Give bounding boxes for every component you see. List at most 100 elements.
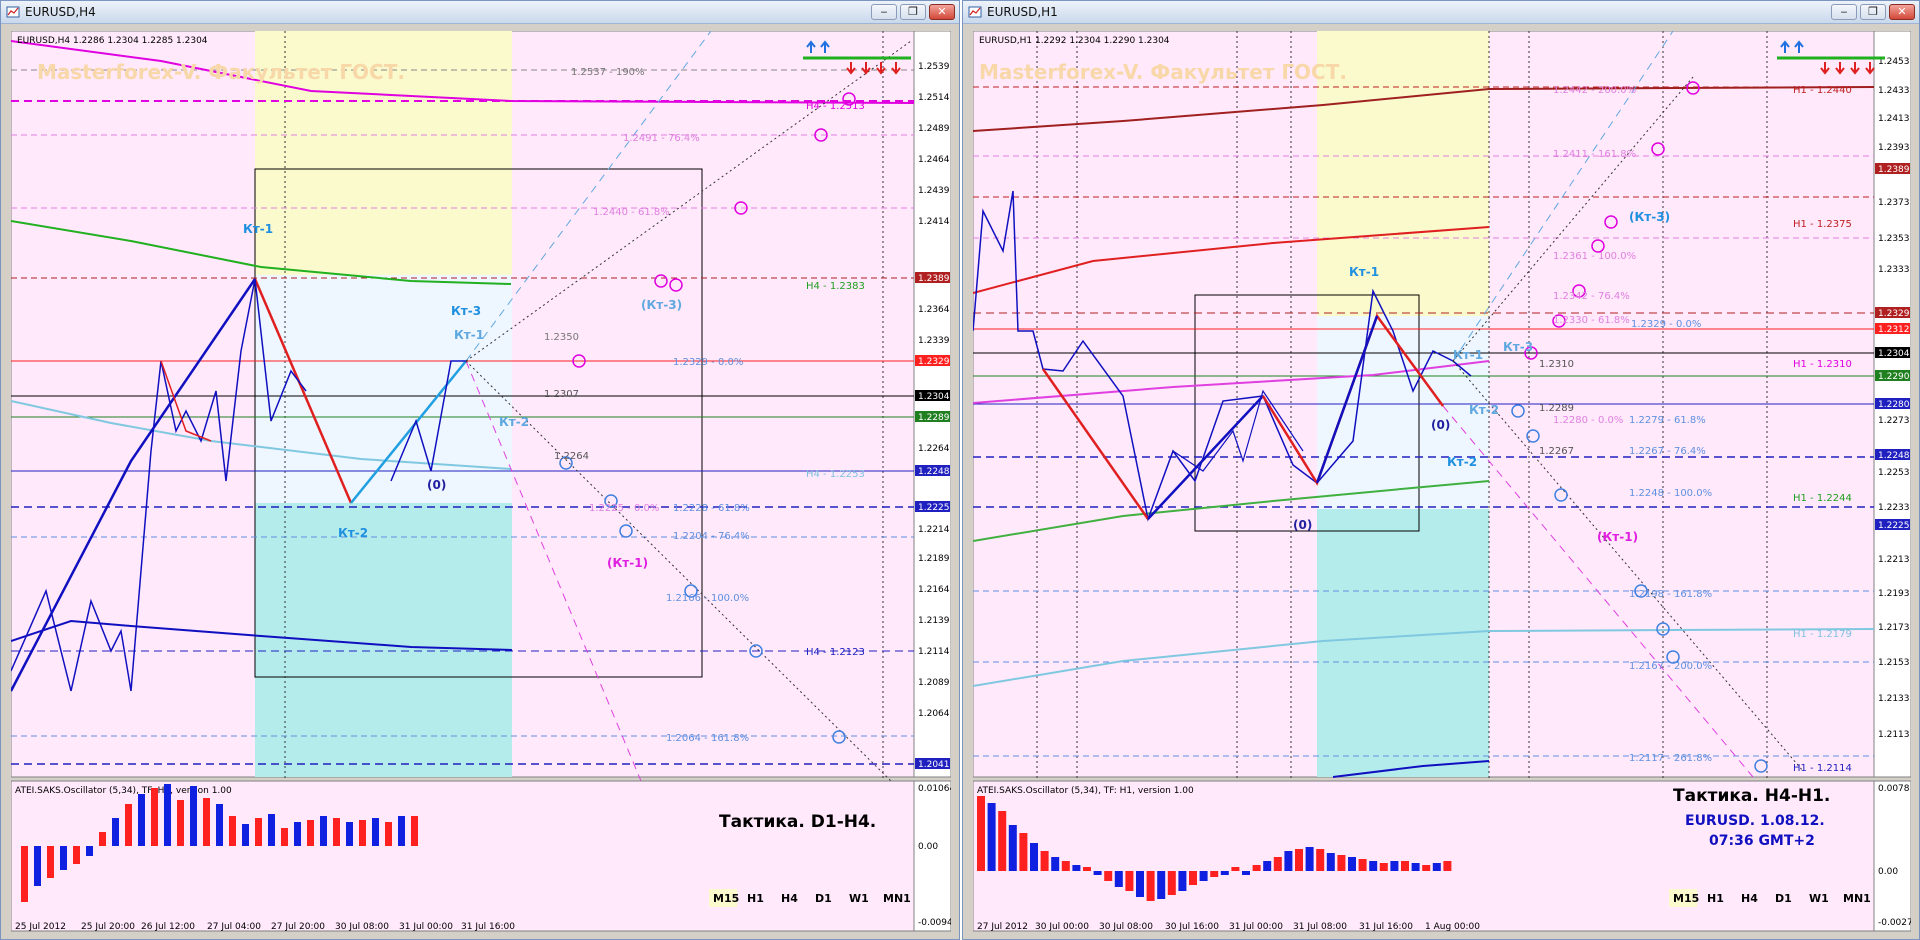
timeframe-button-m15[interactable]: M15 xyxy=(713,892,739,905)
oscillator-bar xyxy=(1369,861,1378,871)
timeframe-button-w1[interactable]: W1 xyxy=(1809,892,1829,905)
price-label: 1.2304 xyxy=(1878,349,1910,359)
oscillator-bar xyxy=(1348,857,1356,871)
price-label: 1.2364 xyxy=(918,305,950,315)
price-label: 1.2225 xyxy=(1878,521,1910,531)
chart-window-icon xyxy=(6,6,20,18)
timeframe-button-m15[interactable]: M15 xyxy=(1673,892,1699,905)
wave-annotation: Кт-1 xyxy=(243,222,273,236)
chart-window-h4: EURUSD,H4 ‒ ❐ ✕ EURUSD,H4 1.2286 1.2304 … xyxy=(0,0,960,940)
minimize-icon: ‒ xyxy=(1840,5,1848,18)
timeframe-button-h4[interactable]: H4 xyxy=(781,892,798,905)
price-label: 1.2289 xyxy=(918,413,950,423)
maximize-button[interactable]: ❐ xyxy=(1860,4,1886,20)
wave-annotation: (0) xyxy=(427,478,446,492)
timeframe-button-h1[interactable]: H1 xyxy=(747,892,764,905)
oscillator-scale xyxy=(1873,780,1911,932)
oscillator-bar xyxy=(112,818,119,846)
level-label: 1.2350 xyxy=(544,332,579,343)
minimize-button[interactable]: ‒ xyxy=(1831,4,1857,20)
window-title: EURUSD,H1 xyxy=(987,5,1058,19)
price-scale[interactable] xyxy=(913,31,951,778)
title-bar[interactable]: EURUSD,H4 ‒ ❐ ✕ xyxy=(1,1,959,24)
oscillator-bar xyxy=(1083,867,1091,871)
time-axis-label: 25 Jul 2012 xyxy=(15,922,66,932)
oscillator-bar xyxy=(1125,871,1134,891)
chart-canvas[interactable]: EURUSD,H1 1.2292 1.2304 1.2290 1.2304 Mas… xyxy=(973,31,1911,935)
oscillator-bar xyxy=(1337,855,1346,871)
time-axis-label: 30 Jul 16:00 xyxy=(1165,922,1219,932)
oscillator-bar xyxy=(1157,871,1166,899)
close-icon: ✕ xyxy=(937,5,947,18)
level-label: 1.2342 - 76.4% xyxy=(1553,291,1630,302)
time-axis-label: 30 Jul 08:00 xyxy=(335,922,389,932)
oscillator-bar xyxy=(1326,853,1335,871)
title-bar[interactable]: EURUSD,H1 ‒ ❐ ✕ xyxy=(963,1,1919,24)
time-axis-label: 30 Jul 08:00 xyxy=(1099,922,1153,932)
timeframe-button-d1[interactable]: D1 xyxy=(1775,892,1792,905)
restore-icon: ❐ xyxy=(908,5,918,18)
oscillator-scale-label: -0.00942 xyxy=(918,918,951,928)
oscillator-scale-label: 0.0078 xyxy=(1878,784,1910,794)
chart-window-h1: EURUSD,H1 ‒ ❐ ✕ EURUSD,H1 1.2292 1.2304 … xyxy=(962,0,1920,940)
oscillator-bar xyxy=(1220,871,1229,875)
price-label: 1.2373 xyxy=(1878,198,1910,208)
price-label: 1.2248 xyxy=(918,467,950,477)
price-label: 1.2248 xyxy=(1878,451,1910,461)
oscillator-bar xyxy=(1210,871,1219,877)
level-label: H1 - 1.2114 xyxy=(1793,763,1852,774)
price-label: 1.2280 xyxy=(1878,400,1910,410)
oscillator-bar xyxy=(1051,857,1060,871)
timeframe-button-mn1[interactable]: MN1 xyxy=(1843,892,1871,905)
price-label: 1.2353 xyxy=(1878,234,1910,244)
timeframe-button-w1[interactable]: W1 xyxy=(849,892,869,905)
timeframe-button-h1[interactable]: H1 xyxy=(1707,892,1724,905)
maximize-button[interactable]: ❐ xyxy=(900,4,926,20)
price-label: 1.2214 xyxy=(918,525,950,535)
oscillator-bar xyxy=(1040,851,1049,871)
oscillator-bar xyxy=(1136,871,1144,897)
price-label: 1.2413 xyxy=(1878,114,1910,124)
time-axis-label: 31 Jul 16:00 xyxy=(461,922,515,932)
level-label: 1.2228 - 61.8% xyxy=(673,503,750,514)
level-label: 1.2198 - 161.8% xyxy=(1629,589,1712,600)
price-label: 1.2464 xyxy=(918,155,950,165)
wave-annotation: Кт-1 xyxy=(1349,265,1379,279)
oscillator-bar xyxy=(255,818,262,846)
level-label: 1.2440 - 61.8% xyxy=(593,207,670,218)
watermark-text: Masterforex-V. Факультет ГОСТ. xyxy=(37,60,405,84)
price-label: 1.2264 xyxy=(918,444,950,454)
level-label: 1.2280 - 0.0% xyxy=(1553,415,1623,426)
level-label: 1.2166 - 100.0% xyxy=(666,593,749,604)
timeframe-button-mn1[interactable]: MN1 xyxy=(883,892,911,905)
chart-canvas[interactable]: EURUSD,H4 1.2286 1.2304 1.2285 1.2304 Mas… xyxy=(11,31,951,935)
level-label: 1.2329 - 0.0% xyxy=(673,357,743,368)
oscillator-bar xyxy=(1061,861,1070,871)
oscillator-bar xyxy=(1273,857,1282,871)
watermark-text: Masterforex-V. Факультет ГОСТ. xyxy=(979,60,1347,84)
oscillator-bar xyxy=(320,816,327,846)
wave-annotation: (0) xyxy=(1431,418,1450,432)
oscillator-bar xyxy=(1422,865,1431,871)
oscillator-panel[interactable] xyxy=(11,780,915,932)
minimize-icon: ‒ xyxy=(880,5,888,18)
window-title: EURUSD,H4 xyxy=(25,5,96,19)
oscillator-bar xyxy=(216,804,223,846)
timeframe-button-d1[interactable]: D1 xyxy=(815,892,832,905)
minimize-button[interactable]: ‒ xyxy=(871,4,897,20)
price-label: 1.2339 xyxy=(918,336,950,346)
oscillator-bar xyxy=(268,814,275,846)
level-label: 1.2204 - 76.4% xyxy=(673,531,750,542)
oscillator-bar xyxy=(86,846,93,856)
timeframe-button-h4[interactable]: H4 xyxy=(1741,892,1758,905)
price-label: 1.2225 xyxy=(918,503,950,513)
level-label: H1 - 1.2375 xyxy=(1793,219,1852,230)
oscillator-bar xyxy=(346,822,353,846)
close-button[interactable]: ✕ xyxy=(1889,4,1915,20)
price-label: 1.2164 xyxy=(918,585,950,595)
close-button[interactable]: ✕ xyxy=(929,4,955,20)
symbol-info: EURUSD,H1 1.2292 1.2304 1.2290 1.2304 xyxy=(979,36,1170,46)
oscillator-bar xyxy=(242,824,249,846)
level-label: H4 - 1.2123 xyxy=(806,647,865,658)
oscillator-bar xyxy=(1104,871,1113,881)
